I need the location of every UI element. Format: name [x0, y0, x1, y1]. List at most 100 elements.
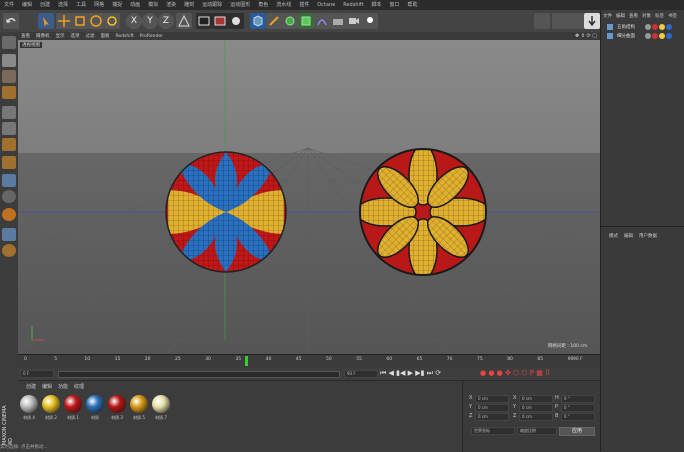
object-manager-menu-item[interactable]: 书签 [668, 13, 677, 19]
texture-mode-icon[interactable] [2, 70, 16, 83]
menu-item[interactable]: 创建 [36, 0, 54, 10]
attribute-menu-item[interactable]: 用户数据 [639, 233, 657, 239]
menu-item[interactable]: 文件 [0, 0, 18, 10]
material-menu-item[interactable]: 编辑 [42, 383, 52, 390]
timeline[interactable]: 0 5 10 15 20 25 30 35 40 45 50 55 60 65 70 75 80 85 90 90 … [18, 354, 600, 369]
object-tag-icon[interactable] [659, 24, 665, 30]
material-swatch[interactable] [108, 395, 126, 413]
menu-item[interactable]: 选择 [54, 0, 72, 10]
record-controls[interactable]: ● ● ● ✥ ⬡ ⬡ P ▦ ⠿ [480, 369, 550, 377]
red-blue-ball[interactable] [165, 151, 287, 273]
material-swatch[interactable] [130, 395, 148, 413]
menu-item[interactable]: 窗口 [386, 0, 404, 10]
points-mode-icon[interactable] [2, 106, 16, 119]
rotate-icon[interactable] [88, 13, 104, 29]
menu-item[interactable]: 脚本 [368, 0, 386, 10]
viewport-nav-icon[interactable]: ✥ ⇕ ⟳ ▢ [575, 33, 597, 39]
scale-icon[interactable] [72, 13, 88, 29]
model-mode-icon[interactable] [2, 54, 16, 67]
object-name[interactable]: 五角结构 [617, 24, 635, 30]
playback-controls[interactable]: ⏮ ◀ ▮◀ ▶ ▶▮ ⏭ ⟳ [380, 369, 441, 378]
undo-icon[interactable] [3, 13, 19, 29]
light-icon[interactable] [362, 13, 378, 29]
menu-item[interactable]: 运动跟踪 [198, 0, 226, 10]
cube-icon[interactable] [250, 13, 266, 29]
planar-workplane-icon[interactable] [2, 244, 16, 257]
material-menu-item[interactable]: 纹理 [74, 383, 84, 390]
render-settings-icon[interactable] [228, 13, 244, 29]
object-manager-menu-item[interactable]: 编辑 [616, 13, 625, 19]
current-frame-field[interactable]: 0 F [20, 370, 54, 378]
attribute-menu-item[interactable]: 模式 [609, 233, 618, 239]
position-field[interactable]: 0 cm [475, 395, 509, 403]
menu-item[interactable]: 编辑 [18, 0, 36, 10]
menu-item[interactable]: 渲染 [162, 0, 180, 10]
render-picture-viewer-icon[interactable] [212, 13, 228, 29]
menu-item[interactable]: 雕刻 [180, 0, 198, 10]
size-field[interactable]: 0 cm [519, 413, 553, 421]
menu-item[interactable]: 运动图形 [226, 0, 254, 10]
object-name[interactable]: 细分曲面 [617, 33, 635, 39]
coord-mode-select[interactable]: 世界坐标 [471, 427, 515, 435]
workplane-icon[interactable] [552, 13, 568, 29]
menu-item[interactable]: 工具 [72, 0, 90, 10]
object-tag-icon[interactable] [645, 33, 651, 39]
size-field[interactable]: 0 cm [519, 404, 553, 412]
attribute-menu-item[interactable]: 编辑 [624, 233, 633, 239]
enable-axis-icon[interactable] [2, 156, 16, 169]
object-manager-menu-item[interactable]: 查看 [629, 13, 638, 19]
material-swatch[interactable] [152, 395, 170, 413]
layout-switch-icon[interactable] [584, 13, 600, 29]
object-tag-icon[interactable] [666, 33, 672, 39]
menu-item[interactable]: Octane [313, 0, 339, 10]
rotation-field[interactable]: 0 ° [561, 404, 595, 412]
apply-button[interactable]: 应用 [559, 427, 595, 436]
polygons-mode-icon[interactable] [2, 138, 16, 151]
rotation-field[interactable]: 0 ° [561, 413, 595, 421]
edges-mode-icon[interactable] [2, 122, 16, 135]
material-menu-item[interactable]: 功能 [58, 383, 68, 390]
rotation-field[interactable]: 0 ° [561, 395, 595, 403]
menu-item[interactable]: Redshift [339, 0, 367, 10]
render-view-icon[interactable] [196, 13, 212, 29]
snap-icon[interactable] [568, 13, 584, 29]
object-tag-icon[interactable] [666, 24, 672, 30]
live-select-icon[interactable] [38, 13, 54, 29]
menu-item[interactable]: 插件 [295, 0, 313, 10]
subdivision-icon[interactable] [282, 13, 298, 29]
object-tag-icon[interactable] [659, 33, 665, 39]
menu-item[interactable]: 模拟 [144, 0, 162, 10]
position-field[interactable]: 0 cm [475, 404, 509, 412]
pen-icon[interactable] [266, 13, 282, 29]
size-field[interactable]: 0 cm [519, 395, 553, 403]
menu-item[interactable]: 流水线 [272, 0, 295, 10]
coordinate-system-icon[interactable] [176, 13, 192, 29]
layout-tool-icon[interactable] [534, 13, 550, 29]
menu-item[interactable]: 动画 [126, 0, 144, 10]
material-swatch[interactable] [42, 395, 60, 413]
deformer-icon[interactable] [314, 13, 330, 29]
tweak-mode-icon[interactable] [2, 174, 16, 187]
menu-item[interactable]: 网格 [90, 0, 108, 10]
sculpt-icon[interactable] [2, 208, 16, 221]
object-tag-icon[interactable] [645, 24, 651, 30]
y-axis-lock-button[interactable]: Y [142, 13, 158, 29]
playhead[interactable] [245, 356, 248, 366]
array-icon[interactable] [298, 13, 314, 29]
material-swatch[interactable] [20, 395, 38, 413]
position-field[interactable]: 0 cm [475, 413, 509, 421]
scene-icon[interactable] [330, 13, 346, 29]
material-menu-item[interactable]: 创建 [26, 383, 36, 390]
object-tag-icon[interactable] [652, 33, 658, 39]
frame-range-slider[interactable] [58, 371, 340, 378]
material-swatch[interactable] [64, 395, 82, 413]
snapping-icon[interactable] [2, 190, 16, 203]
end-frame-field[interactable]: 90 F [344, 370, 378, 378]
x-axis-lock-button[interactable]: X [126, 13, 142, 29]
recent-tool-icon[interactable] [104, 13, 120, 29]
lock-workplane-icon[interactable] [2, 228, 16, 241]
camera-icon[interactable] [346, 13, 362, 29]
move-icon[interactable] [56, 13, 72, 29]
z-axis-lock-button[interactable]: Z [158, 13, 174, 29]
object-manager-menu-item[interactable]: 标签 [655, 13, 664, 19]
